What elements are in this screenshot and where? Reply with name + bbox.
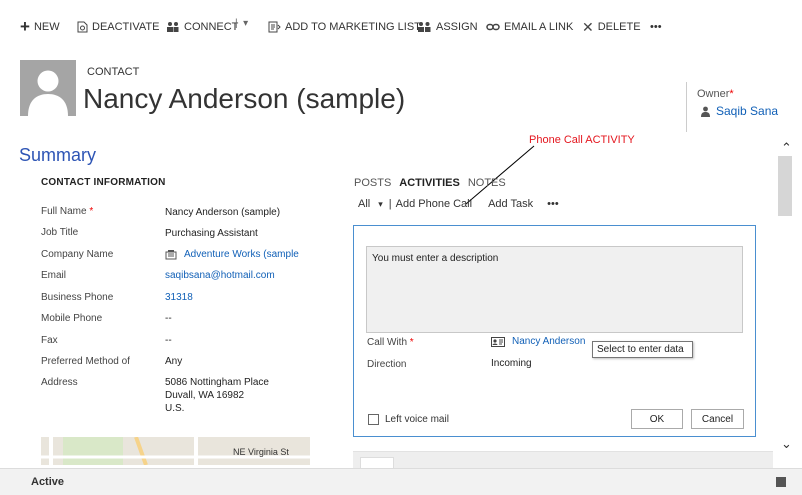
- tab-activities[interactable]: ACTIVITIES: [399, 177, 460, 189]
- address-map[interactable]: NE Virginia St: [41, 437, 310, 465]
- add-task-button[interactable]: Add Task: [488, 198, 533, 210]
- summary-section-title: Summary: [19, 145, 97, 165]
- contact-information-header: CONTACT INFORMATION: [41, 177, 166, 188]
- page-scrollbar[interactable]: ⌃ ⌄: [776, 140, 800, 465]
- left-voice-mail-label: Left voice mail: [385, 414, 449, 425]
- tab-posts[interactable]: POSTS: [354, 177, 391, 189]
- direction-label: Direction: [367, 359, 407, 370]
- activity-wall-item: [353, 451, 773, 471]
- description-field[interactable]: You must enter a description: [366, 246, 743, 333]
- address-line3: U.S.: [165, 403, 185, 414]
- call-with-link[interactable]: Nancy Anderson: [512, 336, 585, 347]
- full-name-value[interactable]: Nancy Anderson (sample): [165, 206, 280, 219]
- activity-filter-bar: All ▾ | Add Phone Call Add Task •••: [358, 198, 559, 210]
- mobile-phone-label: Mobile Phone: [41, 313, 103, 324]
- email-value[interactable]: saqibsana@hotmail.com: [165, 269, 275, 282]
- tab-notes[interactable]: NOTES: [468, 177, 506, 189]
- select-tooltip: Select to enter data: [592, 341, 693, 358]
- business-phone-value[interactable]: 31318: [165, 291, 193, 304]
- save-icon[interactable]: [776, 477, 786, 487]
- cancel-button[interactable]: Cancel: [691, 409, 744, 429]
- contact-card-icon: [491, 336, 505, 347]
- record-status: Active: [31, 476, 65, 488]
- add-phone-call-button[interactable]: Add Phone Call: [396, 198, 472, 210]
- fax-value[interactable]: --: [165, 334, 172, 347]
- email-label: Email: [41, 270, 67, 281]
- address-line2: Duvall, WA 16982: [165, 390, 245, 401]
- social-pane-tabs: POSTS ACTIVITIES NOTES: [354, 177, 514, 189]
- preferred-method-value[interactable]: Any: [165, 355, 182, 368]
- company-name-label: Company Name: [41, 249, 114, 260]
- map-street-label: NE Virginia St: [233, 447, 289, 457]
- preferred-method-label: Preferred Method of: [41, 356, 130, 367]
- activity-filter-all[interactable]: All: [358, 198, 370, 210]
- phone-call-form: You must enter a description Call With *…: [353, 225, 756, 437]
- fax-label: Fax: [41, 335, 58, 346]
- description-placeholder: You must enter a description: [372, 253, 499, 264]
- call-with-label: Call With *: [367, 337, 414, 348]
- address-line1: 5086 Nottingham Place: [165, 377, 269, 388]
- call-with-value[interactable]: Nancy Anderson: [491, 336, 585, 347]
- status-bar: Active: [0, 468, 802, 495]
- direction-value[interactable]: Incoming: [491, 358, 532, 369]
- company-name-value[interactable]: Adventure Works (sample: [165, 248, 299, 261]
- account-icon: [165, 250, 177, 260]
- company-name-link[interactable]: Adventure Works (sample: [184, 248, 299, 261]
- checkbox-icon[interactable]: [368, 414, 379, 425]
- scroll-up-chevron-icon[interactable]: ⌃: [781, 140, 792, 156]
- job-title-value[interactable]: Purchasing Assistant: [165, 227, 258, 240]
- ok-button[interactable]: OK: [631, 409, 683, 429]
- mobile-phone-value[interactable]: --: [165, 312, 172, 325]
- job-title-label: Job Title: [41, 227, 79, 238]
- address-value[interactable]: 5086 Nottingham Place Duvall, WA 16982 U…: [165, 376, 269, 415]
- more-activities-button[interactable]: •••: [547, 198, 559, 210]
- business-phone-label: Business Phone: [41, 292, 114, 303]
- left-voice-mail-checkbox[interactable]: Left voice mail: [368, 414, 449, 425]
- scroll-down-chevron-icon[interactable]: ⌄: [781, 436, 792, 452]
- address-label: Address: [41, 377, 78, 388]
- chevron-down-icon[interactable]: ▾: [378, 199, 383, 210]
- full-name-label: Full Name *: [41, 206, 94, 217]
- scrollbar-thumb[interactable]: [778, 156, 792, 216]
